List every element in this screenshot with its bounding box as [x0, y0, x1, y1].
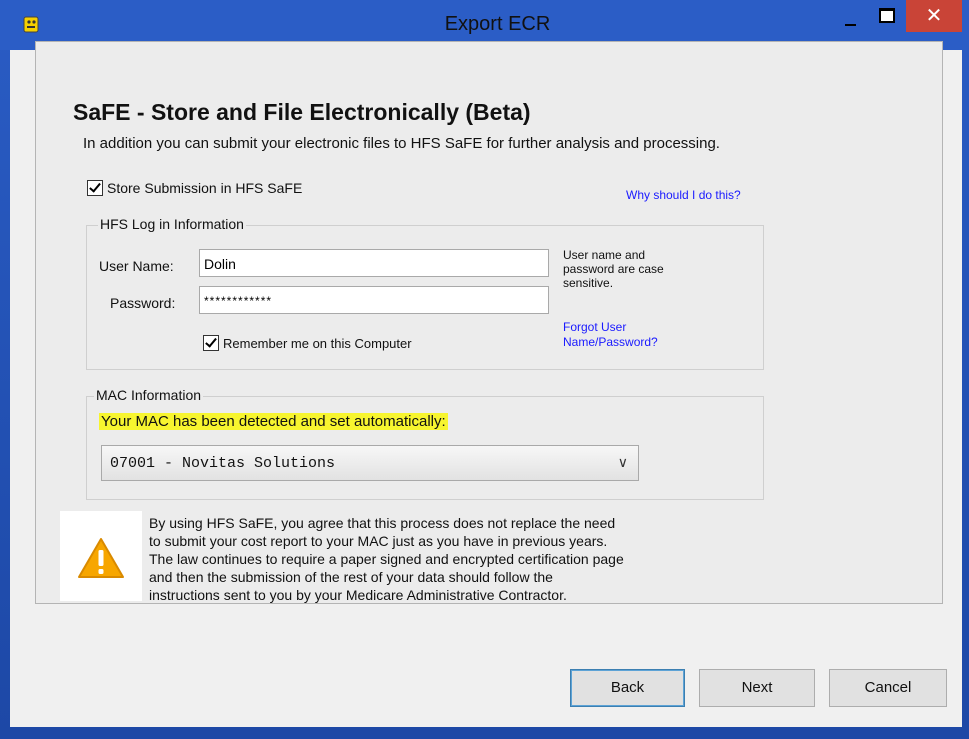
page-subtitle: In addition you can submit your electron…	[83, 135, 720, 152]
notice-line: The law continues to require a paper sig…	[149, 551, 624, 567]
mac-select[interactable]: 07001 - Novitas Solutions ∨	[101, 445, 639, 481]
notice-line: By using HFS SaFE, you agree that this p…	[149, 515, 616, 531]
notice-text: By using HFS SaFE, you agree that this p…	[149, 514, 789, 604]
mac-group-title: MAC Information	[94, 387, 204, 403]
store-submission-checkbox[interactable]	[87, 180, 103, 196]
case-sensitive-hint: User name and password are case sensitiv…	[563, 248, 664, 290]
close-button[interactable]: ✕	[906, 0, 962, 32]
password-label: Password:	[110, 295, 176, 311]
username-label: User Name:	[99, 258, 174, 274]
warning-icon	[78, 538, 124, 578]
chevron-down-icon: ∨	[617, 454, 628, 470]
export-ecr-window: Export ECR ✕ SaFE - Store and File Elect…	[0, 0, 969, 739]
mac-selected-value: 07001 - Novitas Solutions	[110, 455, 336, 472]
window-title: Export ECR	[444, 13, 551, 35]
maximize-button[interactable]	[868, 0, 906, 30]
username-input[interactable]: Dolin	[199, 249, 549, 277]
forgot-credentials-link[interactable]: Forgot User Name/Password?	[563, 320, 658, 350]
notice-line: and then the submission of the rest of y…	[149, 569, 553, 585]
store-submission-label: Store Submission in HFS SaFE	[107, 180, 303, 196]
notice-line: to submit your cost report to your MAC j…	[149, 533, 608, 549]
why-link[interactable]: Why should I do this?	[626, 188, 741, 203]
remember-me-checkbox[interactable]	[203, 335, 219, 351]
password-input[interactable]: ************	[199, 286, 549, 314]
remember-me-label: Remember me on this Computer	[223, 336, 412, 351]
mac-detected-text: Your MAC has been detected and set autom…	[99, 413, 448, 430]
minimize-button[interactable]	[830, 0, 868, 30]
warning-icon-box	[60, 511, 142, 601]
login-group-title: HFS Log in Information	[98, 216, 246, 232]
back-button[interactable]: Back	[570, 669, 685, 707]
page-title: SaFE - Store and File Electronically (Be…	[73, 99, 531, 125]
next-button[interactable]: Next	[699, 669, 815, 707]
cancel-button[interactable]: Cancel	[829, 669, 947, 707]
notice-line: instructions sent to you by your Medicar…	[149, 587, 567, 603]
